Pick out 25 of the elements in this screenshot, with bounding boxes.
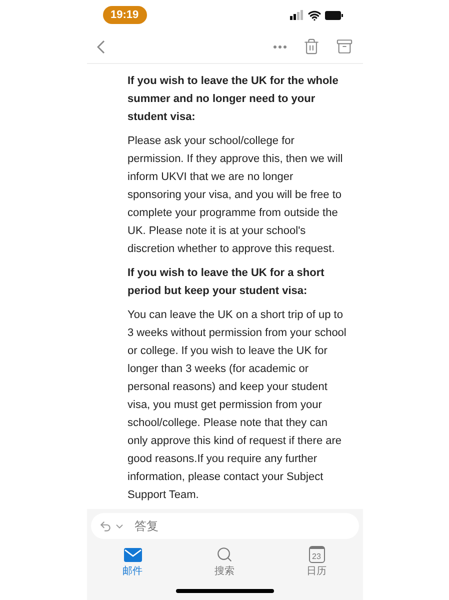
battery-icon xyxy=(324,10,342,20)
delete-button[interactable] xyxy=(302,38,320,55)
status-time: 19:19 xyxy=(102,6,147,24)
tab-item[interactable]: 邮件 xyxy=(108,545,158,578)
body-paragraph: You can leave the UK on a short trip of up to 3 weeks without permission from your school or college. If you wish to leave the UK for longer than 3 weeks (for academic or personal reasons) and keep your student visa, you must get permission from your school/college. Please note that they can only approve this kind of request if there are good reasons.If you require any further information, please contact your Subject Support Team. xyxy=(128,308,346,503)
section-heading: If you wish to leave the UK for a short period but keep your student visa: xyxy=(128,266,326,299)
archive-button[interactable] xyxy=(336,38,352,55)
signal-icon xyxy=(290,10,304,20)
tab-item[interactable]: 搜索 xyxy=(200,545,250,578)
reply-icon xyxy=(98,520,112,532)
reply-field[interactable]: 答复 xyxy=(90,513,358,539)
calendar-icon: 23 xyxy=(308,546,324,563)
back-button[interactable] xyxy=(96,40,104,54)
body-paragraph: Please ask your school/college for permission. If they approve this, then we will inform UKVI that we are no longer sponsoring your visa, and you will be free to complete your programme from outside the UK. Please note it is at your school's discretion whether to approve this request. xyxy=(128,134,344,257)
more-icon xyxy=(272,44,286,48)
search-icon xyxy=(216,546,233,563)
more-button[interactable] xyxy=(272,44,286,48)
back-icon xyxy=(96,40,104,54)
trash-icon xyxy=(302,38,320,55)
reply-input[interactable]: 答复 xyxy=(134,517,350,535)
wifi-icon xyxy=(308,8,320,22)
tab-item[interactable]: 23 日历 xyxy=(292,545,342,578)
mail-icon xyxy=(124,548,142,562)
archive-icon xyxy=(336,38,352,55)
section-heading: If you wish to leave the UK for the whole summer and no longer need to your student visa: xyxy=(128,74,340,125)
